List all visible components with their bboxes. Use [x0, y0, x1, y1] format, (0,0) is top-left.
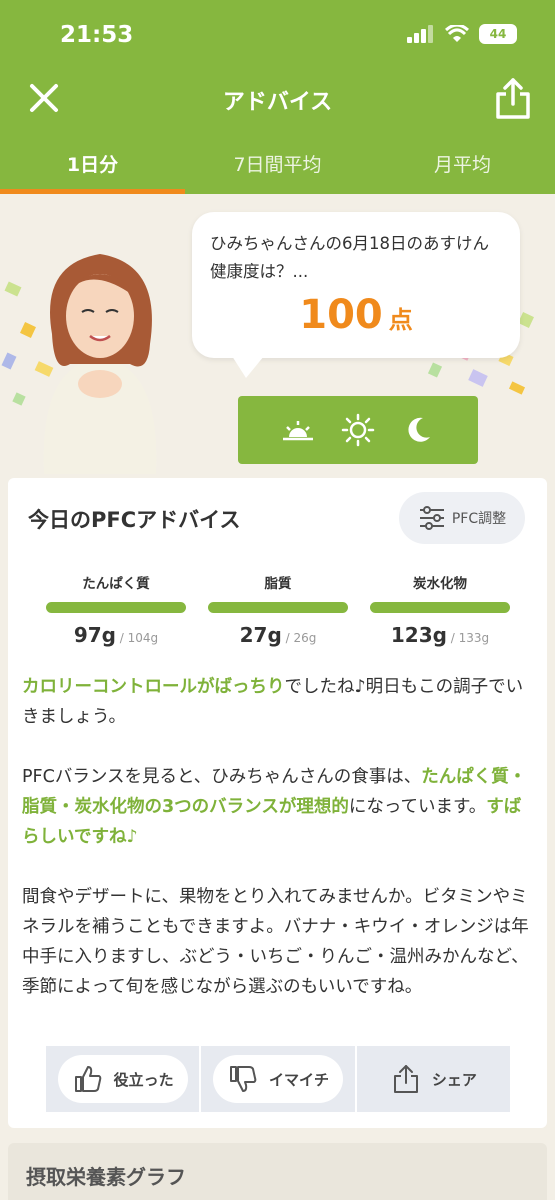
nutrient-bar [46, 602, 186, 613]
nutrient-label: 炭水化物 [413, 576, 467, 592]
tab-7day-average[interactable]: 7日間平均 [185, 140, 370, 194]
advice-paragraph: カロリーコントロールがばっちりでしたね♪明日もこの調子でいきましょう。 [22, 677, 524, 727]
thumbs-down-icon [229, 1066, 257, 1092]
feedback-actions: 役立った イマイチ シェア [46, 1046, 510, 1112]
score-value: 100 [299, 292, 383, 338]
not-helpful-button[interactable]: イマイチ [201, 1046, 355, 1112]
app-header: 21:53 44 アドバイス 1日分 7日間平均 月平均 [0, 0, 555, 194]
pfc-advice-card: 今日のPFCアドバイス PFC調整 たんぱく質 97g / 104g 脂質 27… [8, 478, 547, 1128]
sliders-icon [419, 506, 444, 530]
page-title: アドバイス [222, 90, 333, 115]
nutrient-graph-section: 摂取栄養素グラフ [8, 1143, 547, 1200]
nutrient-bar [208, 602, 348, 613]
nutrient-protein: たんぱく質 97g / 104g [46, 572, 186, 647]
period-tabs: 1日分 7日間平均 月平均 [0, 140, 555, 194]
nutrient-label: 脂質 [264, 576, 292, 592]
section-title: 摂取栄養素グラフ [26, 1165, 186, 1189]
status-icons: 44 [407, 24, 517, 44]
meal-time-toggle [238, 396, 478, 464]
moon-icon[interactable] [401, 413, 435, 447]
sun-icon[interactable] [341, 413, 375, 447]
nutrient-label: たんぱく質 [82, 576, 150, 592]
nutrient-value: 27g / 26g [239, 623, 317, 647]
pfc-adjust-button[interactable]: PFC調整 [399, 492, 525, 544]
score-hero: ひみちゃんさんの6月18日のあすけん健康度は？... 100 点 [0, 194, 555, 480]
advisor-avatar [43, 254, 157, 474]
tab-1day[interactable]: 1日分 [0, 140, 185, 194]
nutrient-value: 123g / 133g [390, 623, 490, 647]
nutrient-bar [370, 602, 510, 613]
score-description: ひみちゃんさんの6月18日のあすけん健康度は？... [210, 234, 489, 281]
share-icon[interactable] [493, 76, 533, 120]
status-bar: 21:53 44 [0, 0, 555, 72]
signal-icon [407, 25, 433, 43]
advice-paragraph: PFCバランスを見ると、ひみちゃんさんの食事は、たんぱく質・脂質・炭水化物の3つ… [22, 767, 527, 847]
tab-monthly-average[interactable]: 月平均 [370, 140, 555, 194]
helpful-button[interactable]: 役立った [46, 1046, 200, 1112]
nutrient-value: 97g / 104g [73, 623, 159, 647]
nutrient-carbs: 炭水化物 123g / 133g [370, 572, 510, 647]
thumbs-up-icon [74, 1066, 101, 1092]
status-time: 21:53 [60, 22, 134, 48]
pfc-advice-title: 今日のPFCアドバイス [28, 508, 241, 532]
battery-indicator: 44 [479, 24, 517, 44]
nutrient-fat: 脂質 27g / 26g [208, 572, 348, 647]
wifi-icon [445, 25, 469, 42]
health-score: 100 点 [192, 292, 520, 338]
share-advice-button[interactable]: シェア [356, 1046, 510, 1112]
speech-bubble: ひみちゃんさんの6月18日のあすけん健康度は？... 100 点 [192, 212, 520, 378]
advice-text: カロリーコントロールがばっちりでしたね♪明日もこの調子でいきましょう。 PFCバ… [22, 672, 532, 1032]
sunrise-icon[interactable] [281, 413, 315, 447]
advice-paragraph: 間食やデザートに、果物をとり入れてみませんか。ビタミンやミネラルを補うこともでき… [22, 887, 529, 997]
pfc-adjust-label: PFC調整 [451, 511, 507, 527]
nav-bar: アドバイス [0, 72, 555, 124]
share-icon [393, 1065, 418, 1093]
score-unit: 点 [388, 306, 413, 334]
